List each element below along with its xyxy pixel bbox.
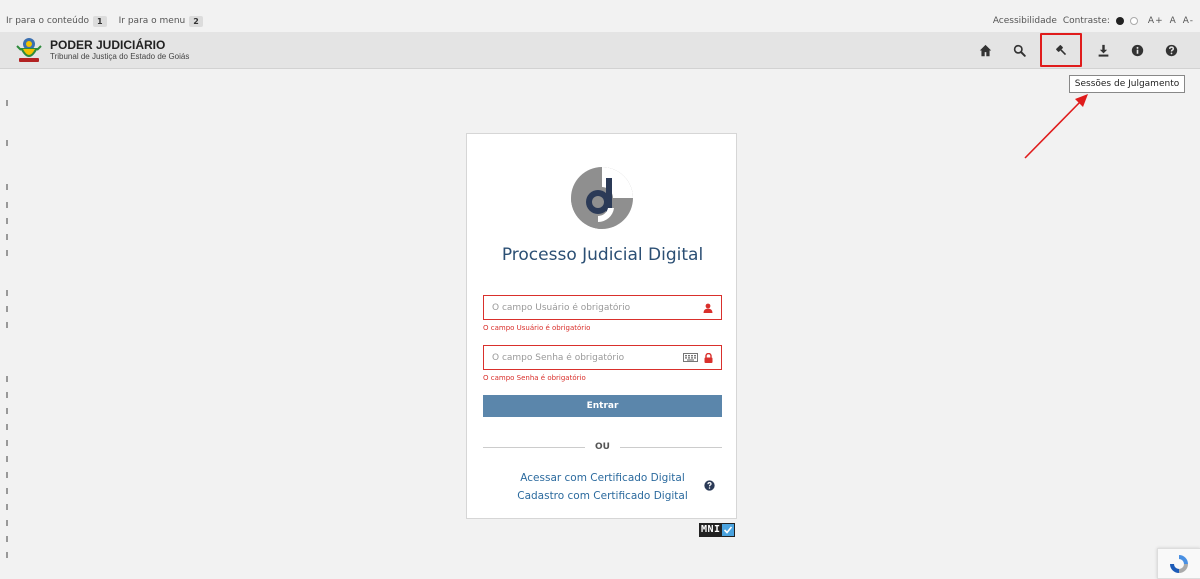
home-icon	[979, 44, 991, 56]
brand-subtitle: Tribunal de Justiça do Estado de Goiás	[50, 51, 190, 61]
contrast-light-toggle[interactable]	[1129, 17, 1138, 25]
checkmark-icon	[721, 524, 734, 536]
login-title: Processo Judicial Digital	[501, 245, 704, 265]
info-icon	[1131, 44, 1143, 56]
download-button[interactable]	[1086, 33, 1120, 67]
left-margin-marks	[6, 100, 10, 570]
help-button[interactable]	[1154, 33, 1188, 67]
password-input[interactable]	[492, 352, 677, 363]
annotation-arrow-icon	[1024, 94, 1088, 159]
username-error: O campo Usuário é obrigatório	[483, 324, 591, 332]
certificate-register-link[interactable]: Cadastro com Certificado Digital	[467, 490, 738, 502]
search-button[interactable]	[1002, 33, 1036, 67]
brand[interactable]: PODER JUDICIÁRIO Tribunal de Justiça do …	[16, 36, 189, 64]
certificate-login-link[interactable]: Acessar com Certificado Digital	[467, 472, 738, 484]
divider-line-left	[483, 446, 586, 448]
gavel-icon	[1055, 44, 1066, 55]
login-card: Processo Judicial Digital O campo Usuári…	[466, 133, 737, 519]
username-field-wrapper	[483, 295, 722, 320]
password-error: O campo Senha é obrigatório	[483, 374, 586, 382]
mni-badge[interactable]: MNI	[699, 523, 735, 537]
accessibility-bar: Ir para o conteúdo 1 Ir para o menu 2 Ac…	[0, 10, 1200, 32]
info-button[interactable]	[1120, 33, 1154, 67]
skip-links: Ir para o conteúdo 1 Ir para o menu 2	[6, 15, 203, 27]
divider-line-right	[619, 446, 722, 448]
coat-of-arms-icon	[16, 38, 42, 62]
skip-to-menu-key: 2	[189, 15, 203, 27]
recaptcha-icon	[1170, 554, 1188, 573]
skip-to-content-link[interactable]: Ir para o conteúdo 1	[6, 15, 107, 27]
pjd-logo-icon	[571, 167, 633, 229]
skip-to-menu-label: Ir para o menu	[118, 16, 186, 26]
accessibility-controls: Acessibilidade Contraste: A+ A A-	[993, 16, 1194, 26]
skip-to-content-label: Ir para o conteúdo	[6, 16, 90, 26]
help-icon	[1165, 44, 1177, 56]
recaptcha-badge[interactable]	[1157, 548, 1200, 579]
site-header: PODER JUDICIÁRIO Tribunal de Justiça do …	[0, 32, 1200, 69]
contrast-dark-toggle[interactable]	[1115, 17, 1124, 25]
home-button[interactable]	[968, 33, 1002, 67]
accessibility-link[interactable]: Acessibilidade	[993, 16, 1057, 26]
font-normal-button[interactable]: A	[1170, 16, 1177, 26]
password-field-wrapper	[483, 345, 722, 370]
username-input[interactable]	[492, 302, 697, 313]
mni-badge-text: MNI	[701, 524, 721, 535]
contrast-label: Contraste:	[1062, 16, 1110, 26]
download-icon	[1098, 44, 1108, 57]
or-divider: OU	[483, 440, 722, 454]
judgment-sessions-button[interactable]	[1040, 33, 1082, 67]
search-icon	[1013, 44, 1026, 57]
font-increase-button[interactable]: A+	[1148, 16, 1164, 26]
font-decrease-button[interactable]: A-	[1183, 16, 1194, 26]
header-toolbar	[968, 33, 1188, 67]
brand-text: PODER JUDICIÁRIO Tribunal de Justiça do …	[50, 37, 190, 62]
lock-icon	[704, 352, 713, 363]
keyboard-icon[interactable]	[683, 353, 698, 362]
login-submit-button[interactable]: Entrar	[483, 395, 722, 417]
skip-to-content-key: 1	[93, 15, 107, 27]
skip-to-menu-link[interactable]: Ir para o menu 2	[118, 15, 203, 27]
brand-title: PODER JUDICIÁRIO	[50, 37, 166, 52]
certificate-help-icon[interactable]	[704, 480, 715, 491]
user-icon	[703, 303, 713, 313]
or-label: OU	[595, 442, 610, 452]
